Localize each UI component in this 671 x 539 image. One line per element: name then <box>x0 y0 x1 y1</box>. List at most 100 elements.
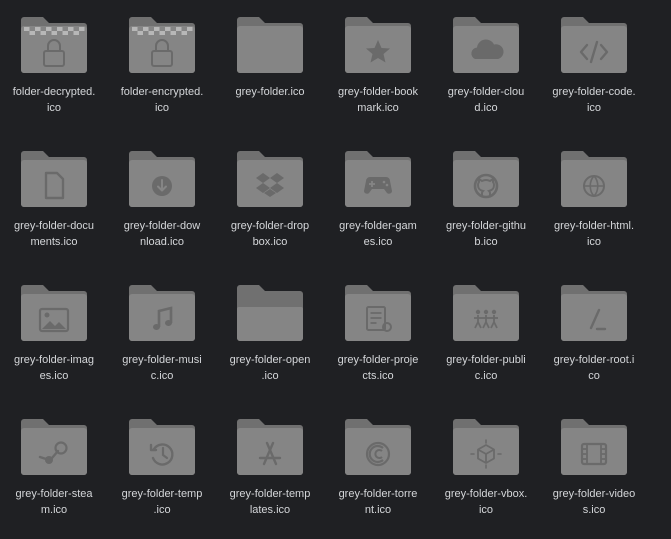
file-name-label: grey-folder-torre nt.ico <box>324 486 432 518</box>
file-item[interactable]: grey-folder-temp .ico <box>108 402 216 536</box>
file-name-label: folder-decrypted. ico <box>0 84 108 116</box>
file-name-line: grey-folder-gam <box>339 220 417 232</box>
file-name-label: grey-folder-docu ments.ico <box>0 218 108 250</box>
file-name-line: es.ico <box>39 370 69 382</box>
file-name-line: ments.ico <box>30 236 78 248</box>
file-name-line: .ico <box>153 504 171 516</box>
file-name-label: grey-folder-root.i co <box>540 352 648 384</box>
file-name-line: box.ico <box>252 236 288 248</box>
file-name-label: grey-folder-gam es.ico <box>324 218 432 250</box>
file-name-line: grey-folder-vbox. <box>444 488 528 500</box>
file-name-line: grey-folder-stea <box>15 488 93 500</box>
templates-folder-icon <box>237 419 303 475</box>
file-name-line: lates.ico <box>249 504 291 516</box>
file-name-label: grey-folder-musi c.ico <box>108 352 216 384</box>
file-name-line: mark.ico <box>357 102 399 114</box>
file-name-label: grey-folder-temp .ico <box>108 486 216 518</box>
file-item[interactable]: grey-folder-imag es.ico <box>0 268 108 402</box>
file-item[interactable]: folder-decrypted. ico <box>0 0 108 134</box>
torrent-folder-icon <box>345 419 411 475</box>
file-icon <box>237 17 303 73</box>
file-item[interactable]: grey-folder.ico <box>216 0 324 134</box>
file-icon <box>21 151 87 207</box>
file-icon <box>237 419 303 475</box>
file-item[interactable]: grey-folder-stea m.ico <box>0 402 108 536</box>
file-name-line: ico <box>154 102 170 114</box>
file-icon <box>237 151 303 207</box>
file-item[interactable]: grey-folder-gam es.ico <box>324 134 432 268</box>
file-icon <box>129 285 195 341</box>
file-name-line: grey-folder-githu <box>445 220 527 232</box>
file-item[interactable]: grey-folder-proje cts.ico <box>324 268 432 402</box>
file-name-label: grey-folder-dow nload.ico <box>108 218 216 250</box>
file-name-label: grey-folder-code. ico <box>540 84 648 116</box>
file-icon <box>237 285 303 341</box>
folder-icon <box>237 17 303 73</box>
file-name-label: grey-folder-open .ico <box>216 352 324 384</box>
cloud-folder-icon <box>453 17 519 73</box>
file-item[interactable]: grey-folder-docu ments.ico <box>0 134 108 268</box>
file-item[interactable]: grey-folder-publi c.ico <box>432 268 540 402</box>
file-icon <box>21 285 87 341</box>
file-name-line: grey-folder-imag <box>13 354 95 366</box>
file-item[interactable]: grey-folder-clou d.ico <box>432 0 540 134</box>
file-icon <box>561 151 627 207</box>
bookmark-folder-icon <box>345 17 411 73</box>
file-name-label: grey-folder-clou d.ico <box>432 84 540 116</box>
file-item[interactable]: grey-folder-drop box.ico <box>216 134 324 268</box>
file-item[interactable]: grey-folder-vbox. ico <box>432 402 540 536</box>
file-name-line: grey-folder-root.i <box>553 354 635 366</box>
projects-folder-icon <box>345 285 411 341</box>
file-name-label: grey-folder-video s.ico <box>540 486 648 518</box>
file-name-line: b.ico <box>474 236 498 248</box>
file-name-line: grey-folder-temp <box>121 488 203 500</box>
file-icon <box>129 17 195 73</box>
file-name-line: folder-decrypted. <box>12 86 96 98</box>
file-name-line: es.ico <box>363 236 393 248</box>
file-name-line: d.ico <box>474 102 498 114</box>
videos-folder-icon <box>561 419 627 475</box>
file-name-line: ico <box>46 102 62 114</box>
file-icon <box>345 285 411 341</box>
file-item[interactable]: grey-folder-root.i co <box>540 268 648 402</box>
file-icon <box>453 17 519 73</box>
file-name-line: grey-folder-code. <box>552 86 636 98</box>
file-item[interactable]: grey-folder-musi c.ico <box>108 268 216 402</box>
file-item[interactable]: grey-folder-githu b.ico <box>432 134 540 268</box>
file-name-line: nload.ico <box>139 236 185 248</box>
file-name-line: grey-folder-musi <box>122 354 202 366</box>
file-name-label: grey-folder-vbox. ico <box>432 486 540 518</box>
file-name-line: grey-folder.ico <box>235 86 305 98</box>
file-icon <box>561 285 627 341</box>
public-folder-icon <box>453 285 519 341</box>
games-folder-icon <box>345 151 411 207</box>
file-name-label: grey-folder-drop box.ico <box>216 218 324 250</box>
file-item[interactable]: grey-folder-temp lates.ico <box>216 402 324 536</box>
file-name-label: grey-folder-imag es.ico <box>0 352 108 384</box>
file-name-label: grey-folder-publi c.ico <box>432 352 540 384</box>
file-name-label: grey-folder-html. ico <box>540 218 648 250</box>
file-item[interactable]: grey-folder-dow nload.ico <box>108 134 216 268</box>
file-item[interactable]: grey-folder-open .ico <box>216 268 324 402</box>
encrypted-folder-icon <box>129 17 195 73</box>
file-item[interactable]: grey-folder-code. ico <box>540 0 648 134</box>
file-name-line: nt.ico <box>364 504 392 516</box>
file-name-line: grey-folder-html. <box>553 220 635 232</box>
file-item[interactable]: grey-folder-html. ico <box>540 134 648 268</box>
decrypted-folder-icon <box>21 17 87 73</box>
code-folder-icon <box>561 17 627 73</box>
file-name-line: grey-folder-book <box>337 86 419 98</box>
file-item[interactable]: grey-folder-book mark.ico <box>324 0 432 134</box>
file-item[interactable]: grey-folder-video s.ico <box>540 402 648 536</box>
vbox-folder-icon <box>453 419 519 475</box>
file-name-line: .ico <box>261 370 279 382</box>
file-icon <box>561 17 627 73</box>
root-folder-icon <box>561 285 627 341</box>
file-name-line: grey-folder-clou <box>447 86 525 98</box>
file-name-line: grey-folder-proje <box>337 354 419 366</box>
file-name-label: grey-folder-proje cts.ico <box>324 352 432 384</box>
file-item[interactable]: folder-encrypted. ico <box>108 0 216 134</box>
file-item[interactable]: grey-folder-torre nt.ico <box>324 402 432 536</box>
file-icon <box>561 419 627 475</box>
github-folder-icon <box>453 151 519 207</box>
